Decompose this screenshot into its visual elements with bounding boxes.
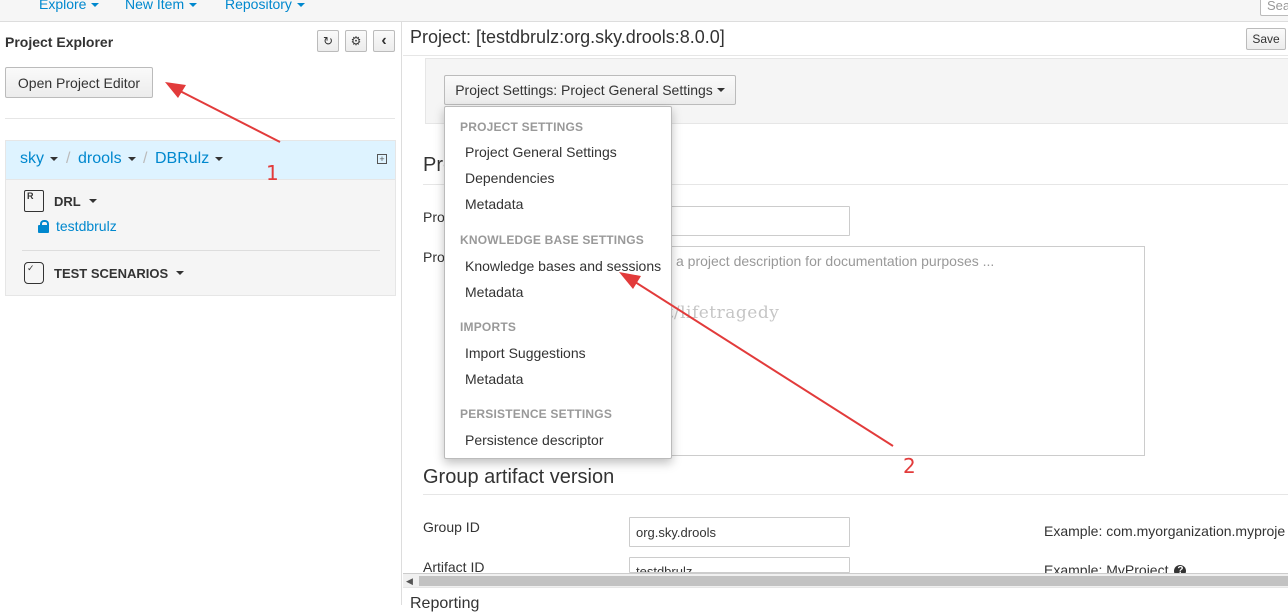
- menu-item-metadata[interactable]: Metadata: [465, 196, 523, 212]
- group-drl-label: DRL: [54, 193, 81, 209]
- nav-repository-label: Repository: [225, 0, 292, 12]
- nav-explore[interactable]: Explore: [39, 0, 100, 12]
- group-id-field[interactable]: org.sky.drools: [629, 517, 850, 547]
- nav-new-item-label: New Item: [125, 0, 185, 12]
- breadcrumb-separator: /: [143, 150, 148, 167]
- search-input[interactable]: Sea: [1260, 0, 1288, 16]
- project-settings-menu: PROJECT SETTINGS Project General Setting…: [444, 106, 672, 459]
- divider: [5, 118, 395, 119]
- scroll-left-icon[interactable]: ◀: [406, 576, 413, 587]
- breadcrumb-project[interactable]: DBRulz: [155, 150, 224, 168]
- refresh-button[interactable]: ↻: [317, 30, 339, 52]
- project-settings-dropdown-label: Project Settings: Project General Settin…: [455, 82, 713, 98]
- horizontal-scrollbar[interactable]: ◀: [403, 573, 1288, 587]
- refresh-icon: ↻: [322, 34, 334, 48]
- chevron-left-icon: ‹: [381, 32, 387, 49]
- breadcrumb: sky / drools / DBRulz +: [5, 140, 396, 180]
- menu-item-metadata[interactable]: Metadata: [465, 284, 523, 300]
- breadcrumb-repo[interactable]: drools: [78, 150, 136, 168]
- chevron-down-icon: [127, 156, 136, 161]
- menu-header-knowledge-base: KNOWLEDGE BASE SETTINGS: [460, 233, 644, 247]
- divider: [403, 55, 1288, 56]
- drl-file-icon: R: [24, 190, 44, 212]
- chevron-down-icon: [716, 88, 725, 92]
- breadcrumb-separator: /: [66, 150, 71, 167]
- bottom-section-heading: Reporting: [410, 595, 480, 612]
- menu-header-imports: IMPORTS: [460, 320, 517, 334]
- chevron-down-icon: [176, 271, 185, 275]
- chevron-down-icon: [88, 199, 97, 203]
- divider: [22, 250, 380, 251]
- group-test-scenarios[interactable]: ✓ TEST SCENARIOS: [24, 262, 185, 284]
- artifact-id-example-text: Example: MyProject: [1044, 562, 1169, 573]
- lock-icon: [38, 219, 49, 233]
- annotation-number-1: 1: [266, 161, 279, 185]
- expand-icon[interactable]: +: [377, 154, 387, 164]
- tree-item-label: testdbrulz: [56, 218, 117, 234]
- annotation-number-2: 2: [903, 454, 916, 478]
- gear-icon: ⚙: [350, 34, 362, 48]
- chevron-down-icon: [91, 3, 100, 8]
- menu-item-project-general-settings[interactable]: Project General Settings: [465, 144, 617, 160]
- menu-header-project-settings: PROJECT SETTINGS: [460, 120, 584, 134]
- settings-button[interactable]: ⚙: [345, 30, 367, 52]
- group-id-label: Group ID: [423, 519, 480, 535]
- help-icon[interactable]: ?: [1174, 565, 1187, 573]
- project-description-field[interactable]: a project description for documentation …: [629, 246, 1145, 456]
- group-drl[interactable]: R DRL: [24, 190, 97, 212]
- open-project-editor-button[interactable]: Open Project Editor: [5, 67, 153, 98]
- project-description-label: Pro: [423, 249, 445, 265]
- top-nav: Explore New Item Repository Sea: [0, 0, 1288, 22]
- nav-new-item[interactable]: New Item: [125, 0, 198, 12]
- section-heading-gav: Group artifact version: [423, 466, 615, 488]
- project-explorer-panel: Project Explorer ↻ ⚙ ‹ Open Project Edit…: [0, 22, 402, 605]
- collapse-button[interactable]: ‹: [373, 30, 395, 52]
- scrollbar-thumb[interactable]: [419, 576, 1288, 586]
- breadcrumb-org-label: sky: [20, 150, 44, 167]
- breadcrumb-repo-label: drools: [78, 150, 122, 167]
- panel-title: Project Explorer: [5, 34, 114, 50]
- project-settings-dropdown[interactable]: Project Settings: Project General Settin…: [444, 75, 736, 105]
- artifact-id-field[interactable]: testdbrulz: [629, 557, 850, 573]
- artifact-id-example: Example: MyProject?: [1044, 562, 1187, 573]
- menu-item-metadata[interactable]: Metadata: [465, 371, 523, 387]
- chevron-down-icon: [189, 3, 198, 8]
- chevron-down-icon: [215, 156, 224, 161]
- divider: [423, 494, 1288, 495]
- nav-repository[interactable]: Repository: [225, 0, 305, 12]
- menu-item-persistence-descriptor[interactable]: Persistence descriptor: [465, 432, 604, 448]
- nav-explore-label: Explore: [39, 0, 87, 12]
- breadcrumb-project-label: DBRulz: [155, 150, 210, 167]
- bottom-section: Reporting: [403, 587, 1288, 612]
- group-test-scenarios-label: TEST SCENARIOS: [54, 265, 169, 281]
- test-scenario-icon: ✓: [24, 262, 44, 284]
- project-description-placeholder: a project description for documentation …: [676, 253, 995, 269]
- menu-item-dependencies[interactable]: Dependencies: [465, 170, 555, 186]
- group-id-example: Example: com.myorganization.myproje: [1044, 523, 1286, 539]
- menu-item-knowledge-bases[interactable]: Knowledge bases and sessions: [465, 258, 661, 274]
- page-title: Project: [testdbrulz:org.sky.drools:8.0.…: [410, 27, 725, 47]
- save-button[interactable]: Save: [1246, 28, 1286, 50]
- chevron-down-icon: [50, 156, 58, 161]
- tree-item-testdbrulz[interactable]: testdbrulz: [38, 218, 117, 234]
- project-tree: R DRL testdbrulz ✓ TEST SCENARIOS: [5, 180, 396, 296]
- project-name-label: Pro: [423, 209, 445, 225]
- chevron-down-icon: [296, 3, 305, 8]
- menu-item-import-suggestions[interactable]: Import Suggestions: [465, 345, 586, 361]
- breadcrumb-org[interactable]: sky: [20, 150, 58, 168]
- menu-header-persistence: PERSISTENCE SETTINGS: [460, 407, 613, 421]
